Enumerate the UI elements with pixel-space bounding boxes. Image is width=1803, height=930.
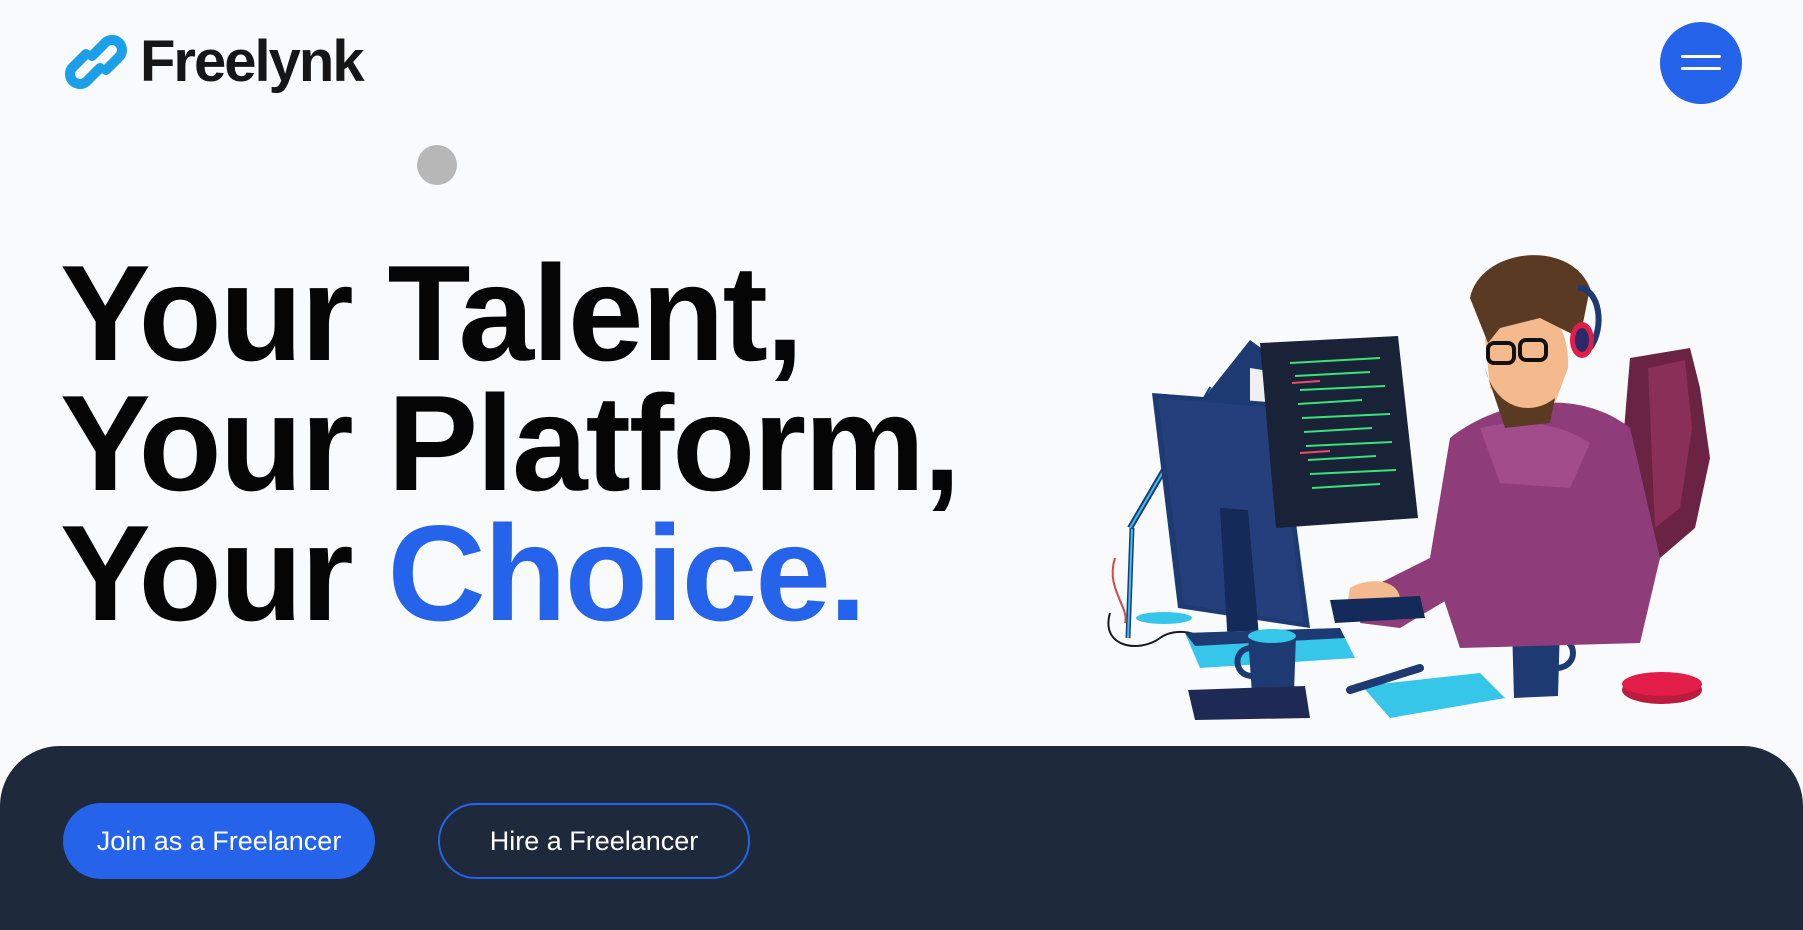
hamburger-menu-icon: [1681, 55, 1721, 70]
site-header: Freelynk: [0, 0, 1803, 130]
headline-line-3: Your Choice.: [60, 505, 1060, 641]
headline-line-2: Your Platform,: [60, 367, 961, 519]
join-as-freelancer-button[interactable]: Join as a Freelancer: [63, 803, 375, 879]
logo[interactable]: Freelynk: [62, 26, 365, 98]
menu-button[interactable]: [1660, 22, 1742, 104]
cursor-dot: [417, 145, 457, 185]
cta-bar: Join as a Freelancer Hire a Freelancer: [0, 746, 1803, 930]
headline-line-1: Your Talent,: [60, 237, 804, 389]
link-chain-icon: [65, 35, 127, 89]
hire-freelancer-button[interactable]: Hire a Freelancer: [438, 803, 750, 879]
headline-line-3-prefix: Your: [60, 497, 388, 649]
hero-headline: Your Talent, Your Platform, Your Choice.: [60, 237, 1060, 641]
brand-name: Freelynk: [140, 29, 365, 94]
headline-accent-word: Choice.: [387, 497, 866, 649]
code-screen: [1260, 336, 1418, 528]
developer-illustration: [1107, 255, 1710, 720]
